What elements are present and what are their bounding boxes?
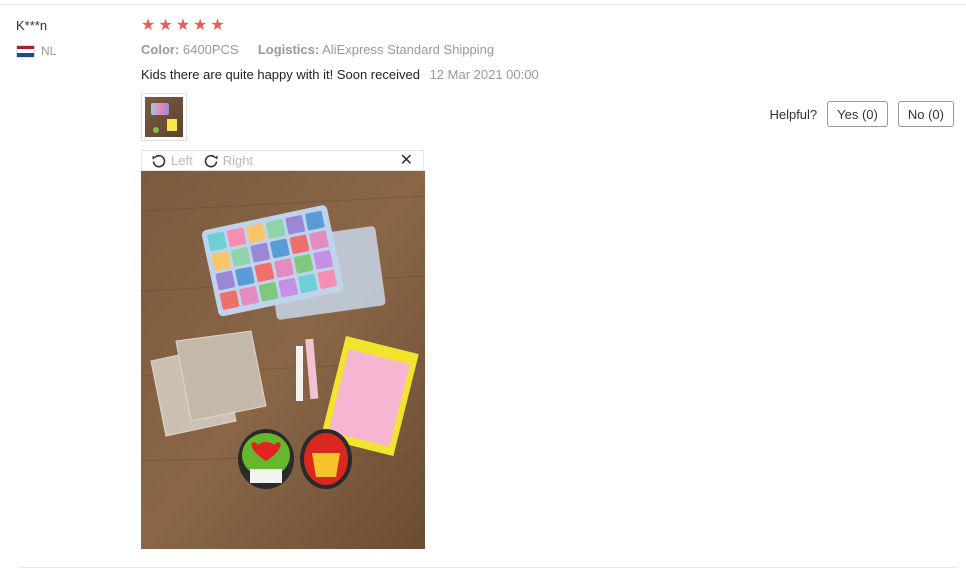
helpful-section: Helpful? Yes (0) No (0): [769, 101, 954, 127]
star-icon: ★: [175, 17, 191, 34]
helpful-no-button[interactable]: No (0): [897, 101, 954, 127]
thumbnail-image: [145, 97, 183, 137]
order-meta: Color: 6400PCS Logistics: AliExpress Sta…: [141, 42, 494, 57]
color-value: 6400PCS: [182, 42, 239, 57]
rotate-right-icon: [204, 154, 218, 167]
review-text: Kids there are quite happy with it! Soon…: [141, 67, 420, 82]
rotate-left-label: Left: [171, 153, 193, 168]
rotate-left-button[interactable]: Left: [151, 153, 193, 169]
helpful-label: Helpful?: [769, 106, 818, 122]
review-photo-large: [141, 171, 425, 549]
star-icon: ★: [158, 17, 173, 34]
image-viewer-toolbar: Left Right ✕: [141, 150, 424, 171]
star-icon: ★: [210, 17, 225, 34]
bottom-divider: [18, 567, 958, 568]
rotate-right-label: Right: [222, 153, 254, 168]
rotate-right-button[interactable]: Right: [203, 153, 253, 169]
review-body: Kids there are quite happy with it! Soon…: [141, 67, 539, 82]
color-label: Color:: [141, 42, 180, 57]
logistics-value: AliExpress Standard Shipping: [322, 42, 495, 57]
star-icon: ★: [141, 17, 156, 34]
star-icon: ★: [193, 17, 208, 34]
top-divider: [0, 4, 966, 5]
helpful-yes-button[interactable]: Yes (0): [827, 101, 888, 127]
logistics-label: Logistics:: [257, 42, 320, 57]
close-icon[interactable]: ✕: [400, 152, 413, 170]
netherlands-flag-icon: [16, 44, 35, 58]
star-rating: ★ ★ ★ ★ ★: [141, 17, 225, 35]
review-photo-thumbnail[interactable]: [141, 93, 187, 141]
rotate-left-icon: [152, 154, 166, 167]
reviewer-country: NL: [16, 44, 56, 58]
country-code: NL: [41, 44, 57, 58]
reviewer-name: K***n: [16, 18, 48, 33]
review-photo-image: [141, 171, 425, 549]
review-date: 12 Mar 2021 00:00: [429, 67, 539, 82]
